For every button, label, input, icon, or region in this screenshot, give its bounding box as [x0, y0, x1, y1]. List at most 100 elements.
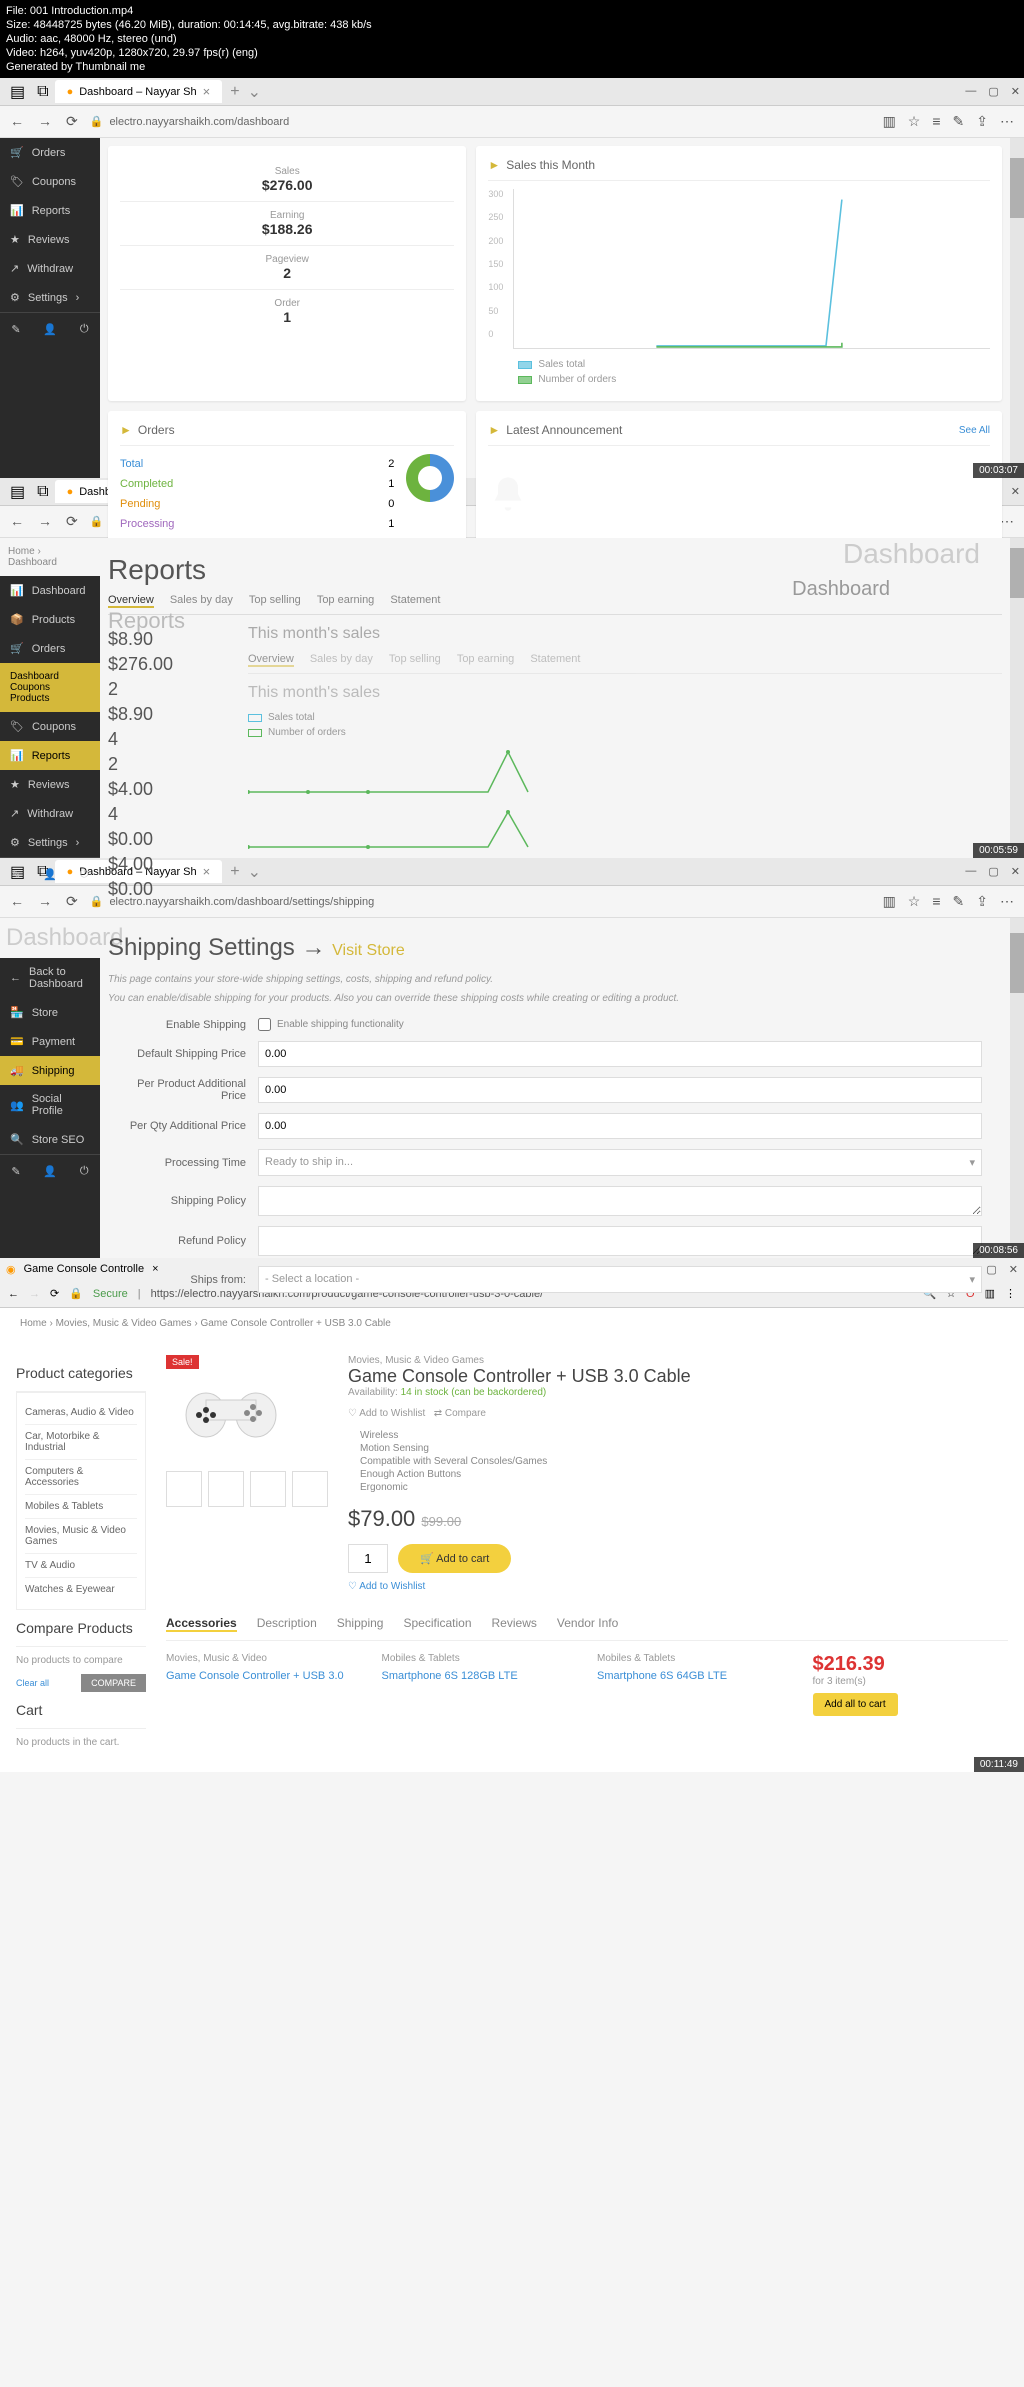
share-icon[interactable]: ⇪ — [976, 113, 988, 130]
perprod-input[interactable] — [258, 1077, 982, 1103]
power-icon[interactable]: ⏻ — [80, 1165, 89, 1178]
perqty-input[interactable] — [258, 1113, 982, 1139]
orders-processing[interactable]: Processing — [120, 518, 174, 530]
close-icon[interactable]: ✕ — [1009, 1263, 1018, 1276]
hub-icon[interactable]: ≡ — [932, 113, 940, 130]
thumb-4[interactable] — [292, 1471, 328, 1507]
sidebar-item-orders[interactable]: 🛒 Orders — [0, 138, 100, 167]
browser-tab[interactable]: ●Dashboard – Nayyar Sh× — [55, 80, 223, 103]
acc-name[interactable]: Game Console Controller + USB 3.0 — [166, 1670, 362, 1682]
sidebar-shipping[interactable]: 🚚 Shipping — [0, 1056, 100, 1085]
edit-icon[interactable]: ✎ — [11, 868, 20, 881]
shipfrom-select[interactable]: - Select a location - ▾ — [258, 1266, 982, 1293]
back-icon[interactable]: ← — [10, 893, 24, 910]
menu-icon[interactable]: ⋮ — [1005, 1287, 1016, 1300]
edit-icon[interactable]: ✎ — [11, 1165, 20, 1178]
bc-home[interactable]: Home — [20, 1318, 47, 1329]
back-icon[interactable]: ← — [8, 1288, 19, 1300]
acc-name[interactable]: Smartphone 6S 64GB LTE — [597, 1670, 793, 1682]
reload-icon[interactable]: ⟳ — [66, 513, 78, 530]
maximize-icon[interactable]: ▢ — [988, 85, 998, 98]
scrollbar[interactable] — [1010, 918, 1024, 1258]
tab-statement[interactable]: Statement — [390, 594, 440, 608]
tab-vendor[interactable]: Vendor Info — [557, 1616, 618, 1632]
power-icon[interactable]: ⏻ — [80, 323, 89, 336]
orders-completed[interactable]: Completed — [120, 478, 173, 490]
user-icon[interactable]: 👤 — [43, 868, 57, 881]
product-image[interactable]: Sale! — [166, 1355, 296, 1465]
sidebar-item-reports-hl[interactable]: 📊 Reports — [0, 741, 100, 770]
orders-total[interactable]: Total — [120, 458, 143, 470]
notes-icon[interactable]: ✎ — [953, 113, 965, 130]
cat-item[interactable]: Cameras, Audio & Video — [25, 1401, 137, 1425]
sidebar-payment[interactable]: 💳 Payment — [0, 1027, 100, 1056]
tab-close-icon[interactable]: × — [203, 84, 211, 99]
add-all-button[interactable]: Add all to cart — [813, 1693, 898, 1716]
tab-accessories[interactable]: Accessories — [166, 1616, 237, 1632]
thumb-3[interactable] — [250, 1471, 286, 1507]
thumb-1[interactable] — [166, 1471, 202, 1507]
tab-specification[interactable]: Specification — [403, 1616, 471, 1632]
sidebar-item-withdraw[interactable]: ↗ Withdraw — [0, 799, 100, 828]
cat-item[interactable]: Car, Motorbike & Industrial — [25, 1425, 137, 1460]
sidebar-item-settings[interactable]: ⚙ Settings › — [0, 283, 100, 312]
bc-home[interactable]: Home — [8, 546, 35, 557]
tabs-icon[interactable]: ⧉ — [31, 83, 54, 101]
orders-pending[interactable]: Pending — [120, 498, 160, 510]
user-icon[interactable]: 👤 — [43, 323, 57, 336]
back-icon[interactable]: ← — [10, 113, 24, 130]
enable-checkbox[interactable] — [258, 1018, 271, 1031]
forward-icon[interactable]: → — [29, 1288, 40, 1300]
product-category[interactable]: Movies, Music & Video Games — [348, 1355, 1008, 1366]
sidebar-item-reviews[interactable]: ★ Reviews — [0, 770, 100, 799]
cat-item[interactable]: TV & Audio — [25, 1554, 137, 1578]
tab-topearn[interactable]: Top earning — [317, 594, 375, 608]
compare-button[interactable]: COMPARE — [81, 1674, 146, 1692]
power-icon[interactable]: ⏻ — [80, 868, 89, 881]
sidebar-toggle-icon[interactable]: ▤ — [4, 82, 31, 102]
tab-topsell[interactable]: Top selling — [249, 594, 301, 608]
scrollbar[interactable] — [1010, 538, 1024, 858]
forward-icon[interactable]: → — [38, 893, 52, 910]
shippol-input[interactable] — [258, 1186, 982, 1216]
more-icon[interactable]: ⋯ — [1000, 893, 1014, 910]
proctime-select[interactable]: Ready to ship in... ▾ — [258, 1149, 982, 1176]
sidebar-seo[interactable]: 🔍 Store SEO — [0, 1125, 100, 1154]
close-icon[interactable]: ✕ — [1011, 485, 1020, 498]
new-tab-icon[interactable]: + — [222, 83, 247, 101]
thumb-2[interactable] — [208, 1471, 244, 1507]
scrollbar[interactable] — [1010, 138, 1024, 478]
sidebar-item-reports[interactable]: 📊 Reports — [0, 196, 100, 225]
sidebar-back[interactable]: ← Back to Dashboard — [0, 958, 100, 998]
clear-all-link[interactable]: Clear all — [16, 1678, 49, 1688]
tabs-icon[interactable]: ⧉ — [31, 483, 54, 501]
reload-icon[interactable]: ⟳ — [66, 113, 78, 130]
minimize-icon[interactable]: — — [965, 85, 976, 98]
visit-store-link[interactable]: Visit Store — [332, 942, 405, 959]
reload-icon[interactable]: ⟳ — [50, 1287, 59, 1300]
acc-name[interactable]: Smartphone 6S 128GB LTE — [382, 1670, 578, 1682]
more-icon[interactable]: ⋯ — [1000, 113, 1014, 130]
reader-icon[interactable]: ▥ — [883, 113, 896, 130]
star-icon[interactable]: ☆ — [908, 113, 921, 130]
back-icon[interactable]: ← — [10, 513, 24, 530]
sidebar-item-products-hl[interactable]: DashboardCouponsProducts — [0, 663, 100, 712]
cat-item[interactable]: Computers & Accessories — [25, 1460, 137, 1495]
default-input[interactable] — [258, 1041, 982, 1067]
wishlist-link[interactable]: ♡ Add to Wishlist — [348, 1408, 425, 1419]
user-icon[interactable]: 👤 — [43, 1165, 57, 1178]
sidebar-item-coupons[interactable]: 🏷 Coupons — [0, 712, 100, 741]
sidebar-item-orders[interactable]: 🛒 Orders — [0, 634, 100, 663]
edit-icon[interactable]: ✎ — [11, 323, 20, 336]
tab-overview[interactable]: Overview — [108, 594, 154, 608]
add-to-cart-button[interactable]: 🛒 Add to cart — [398, 1544, 511, 1573]
sidebar-item-settings[interactable]: ⚙ Settings › — [0, 828, 100, 857]
cat-item[interactable]: Mobiles & Tablets — [25, 1495, 137, 1519]
see-all-link[interactable]: See All — [959, 425, 990, 436]
more-icon[interactable]: ⋯ — [1000, 513, 1014, 530]
tab-description[interactable]: Description — [257, 1616, 317, 1632]
sidebar-item-dashboard[interactable]: 📊 Dashboard — [0, 576, 100, 605]
tab-byday[interactable]: Sales by day — [170, 594, 233, 608]
close-icon[interactable]: ✕ — [1011, 865, 1020, 878]
sidebar-item-withdraw[interactable]: ↗ Withdraw — [0, 254, 100, 283]
